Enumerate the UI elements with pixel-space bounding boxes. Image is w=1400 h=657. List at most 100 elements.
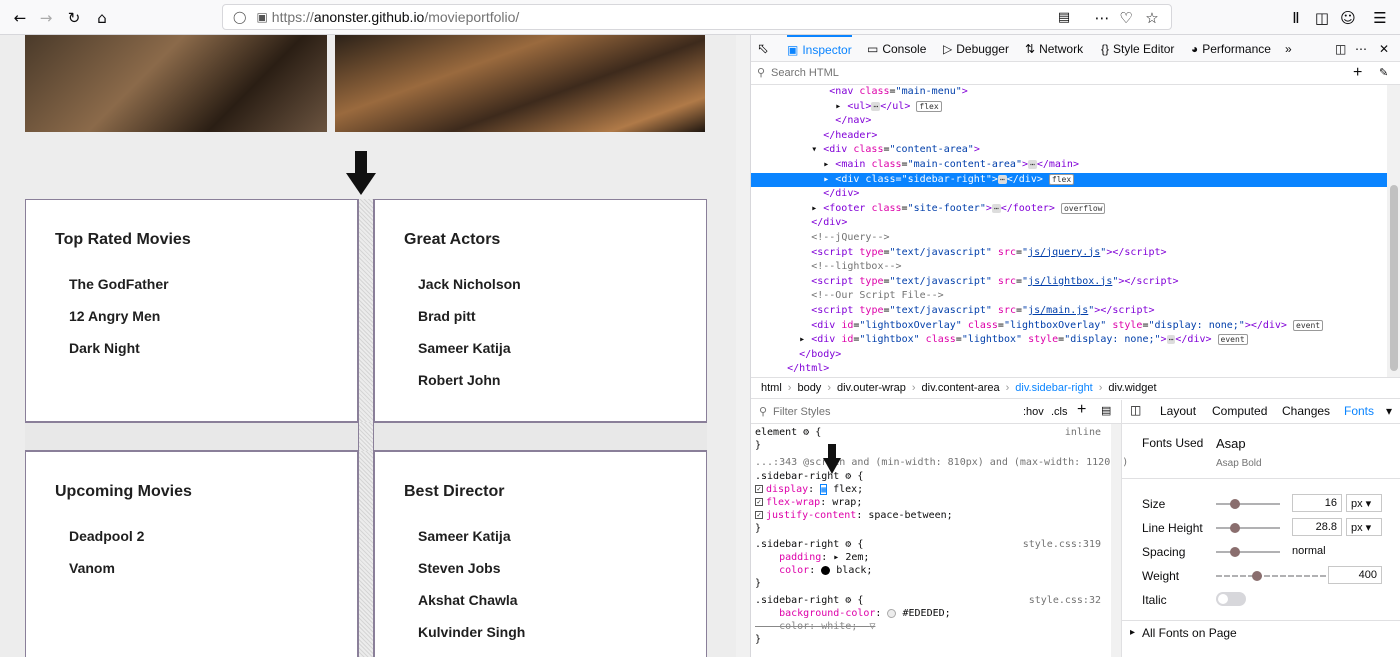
tab-network[interactable]: ⇅ Network [1025,35,1083,62]
rule-declaration[interactable]: background-color: #EDEDED; [755,607,1107,620]
tab-console[interactable]: ▭ Console [867,35,926,62]
add-node-icon[interactable]: + [1353,64,1362,82]
tab-fonts[interactable]: Fonts [1344,404,1374,418]
toggle-pane-icon[interactable]: ◫ [1130,403,1141,417]
back-icon[interactable]: ← [6,0,34,35]
home-icon[interactable]: ⌂ [88,0,116,35]
options-icon[interactable]: ⋯ [1355,35,1367,62]
list-item[interactable]: Steven Jobs [418,560,525,592]
hov-toggle[interactable]: :hov [1023,406,1044,418]
tree-node[interactable]: <script type="text/javascript" src="js/j… [751,246,1387,261]
breadcrumb-item[interactable]: html [761,382,782,394]
rule-declaration[interactable]: ✓ justify-content: space-between; [755,509,1107,522]
tree-node[interactable]: ▾ <div class="content-area"> [751,143,1387,158]
list-item[interactable]: 12 Angry Men [69,308,169,340]
chevron-down-icon[interactable]: ▾ [1386,404,1392,418]
rule-declaration-overridden[interactable]: color: white; ▽ [755,620,1107,633]
eyedropper-icon[interactable]: ✎ [1379,66,1388,79]
rules-scrollbar[interactable] [1111,424,1121,657]
line-height-unit-select[interactable]: px ▾ [1346,518,1382,536]
breadcrumb-item[interactable]: div.outer-wrap [837,382,906,394]
tab-style-editor[interactable]: {} Style Editor [1101,35,1174,62]
cls-toggle[interactable]: .cls [1051,406,1068,418]
tree-node[interactable]: </header> [751,129,1387,144]
size-slider[interactable] [1216,499,1280,509]
tree-node[interactable]: ▸ <div id="lightbox" class="lightbox" st… [751,333,1387,348]
tab-performance[interactable]: ◕ Performance [1191,35,1271,62]
rule-declaration[interactable]: color: black; [755,564,1107,577]
list-item[interactable]: Akshat Chawla [418,592,525,624]
spacing-row: Spacing normal [1142,545,1326,559]
reload-icon[interactable]: ↻ [60,0,88,35]
library-icon[interactable]: Ⅱ [1282,0,1310,35]
tree-node[interactable]: </nav> [751,114,1387,129]
search-input[interactable]: Search HTML [771,67,839,79]
add-rule-icon[interactable]: + [1077,401,1086,419]
breadcrumb-item[interactable]: div.widget [1108,382,1156,394]
tree-node[interactable]: </body> [751,348,1387,363]
breadcrumb-item[interactable]: body [797,382,821,394]
chevron-right-icon[interactable]: ▸ [1130,627,1135,638]
size-input[interactable]: 16 [1292,494,1342,512]
weight-slider[interactable] [1216,571,1326,581]
rule-declaration[interactable]: ✓ display: ▦ flex; [755,483,1107,496]
tab-computed[interactable]: Computed [1212,404,1267,418]
tree-node[interactable]: </div> [751,187,1387,202]
size-unit-select[interactable]: px ▾ [1346,494,1382,512]
tree-node-selected[interactable]: ▸ <div class="sidebar-right"> ⋯ </div> fle… [751,172,1387,188]
list-item[interactable]: Robert John [418,372,521,404]
tree-node[interactable]: <!--jQuery--> [751,231,1387,246]
spacing-slider[interactable] [1216,547,1280,557]
tree-node[interactable]: ▸ <main class="main-content-area"> ⋯ </mai… [751,158,1387,173]
line-height-slider[interactable] [1216,523,1280,533]
tree-node[interactable]: <div id="lightboxOverlay" class="lightbo… [751,319,1387,334]
tree-node[interactable]: <script type="text/javascript" src="js/l… [751,275,1387,290]
url-bar[interactable]: ◯ ▣ https://anonster.github.io/movieport… [222,4,1172,30]
list-item[interactable]: Dark Night [69,340,169,372]
pocket-icon[interactable]: ♡ [1112,0,1140,35]
forward-icon[interactable]: → [32,0,60,35]
line-height-input[interactable]: 28.8 [1292,518,1342,536]
tree-node[interactable]: <!--lightbox--> [751,260,1387,275]
weight-input[interactable]: 400 [1328,566,1382,584]
list-item[interactable]: Deadpool 2 [69,528,144,560]
account-icon[interactable]: ☺ [1334,0,1362,35]
print-media-icon[interactable]: ▤ [1101,404,1111,417]
tree-node[interactable]: <!--Our Script File--> [751,289,1387,304]
list-item[interactable]: Sameer Katija [418,340,521,372]
search-html-bar[interactable]: ⚲ Search HTML + ✎ [751,63,1400,85]
tab-changes[interactable]: Changes [1282,404,1330,418]
sidebar-icon[interactable]: ◫ [1308,0,1336,35]
list-item[interactable]: Sameer Katija [418,528,525,560]
list-item[interactable]: Brad pitt [418,308,521,340]
page-scrollbar[interactable] [736,35,750,657]
all-fonts-toggle[interactable]: All Fonts on Page [1142,626,1237,640]
list-item[interactable]: Vanom [69,560,144,592]
tab-layout[interactable]: Layout [1160,404,1196,418]
tree-node[interactable]: ▸ <footer class="site-footer"> ⋯ </footer>… [751,202,1387,217]
markup-scrollbar[interactable] [1387,85,1400,377]
list-item[interactable]: Kulvinder Singh [418,624,525,656]
close-icon[interactable]: ✕ [1379,35,1389,62]
tree-node[interactable]: </div> [751,216,1387,231]
filter-styles-input[interactable]: Filter Styles [773,406,830,418]
tree-node[interactable]: <script type="text/javascript" src="js/m… [751,304,1387,319]
overflow-tabs-icon[interactable]: » [1285,35,1292,62]
list-item[interactable]: The GodFather [69,276,169,308]
breadcrumb-item-active[interactable]: div.sidebar-right [1015,382,1092,394]
star-icon[interactable]: ☆ [1138,0,1166,35]
tree-node[interactable]: ▸ <ul> ⋯ </ul> flex [751,100,1387,115]
dock-icon[interactable]: ◫ [1335,35,1346,62]
italic-toggle[interactable] [1216,592,1246,606]
pick-element-icon[interactable]: ⬁ [757,35,769,62]
reader-icon[interactable]: ▤ [1050,0,1078,35]
tree-node[interactable]: </html> [751,362,1387,377]
tab-inspector[interactable]: ▣ Inspector [787,35,852,62]
rule-declaration[interactable]: ✓ flex-wrap: wrap; [755,496,1107,509]
breadcrumb-item[interactable]: div.content-area [922,382,1000,394]
list-item[interactable]: Jack Nicholson [418,276,521,308]
rule-declaration[interactable]: padding: ▸ 2em; [755,551,1107,564]
tree-node[interactable]: <nav class="main-menu"> [751,85,1387,100]
menu-icon[interactable]: ☰ [1366,0,1394,35]
tab-debugger[interactable]: ▷ Debugger [943,35,1009,62]
